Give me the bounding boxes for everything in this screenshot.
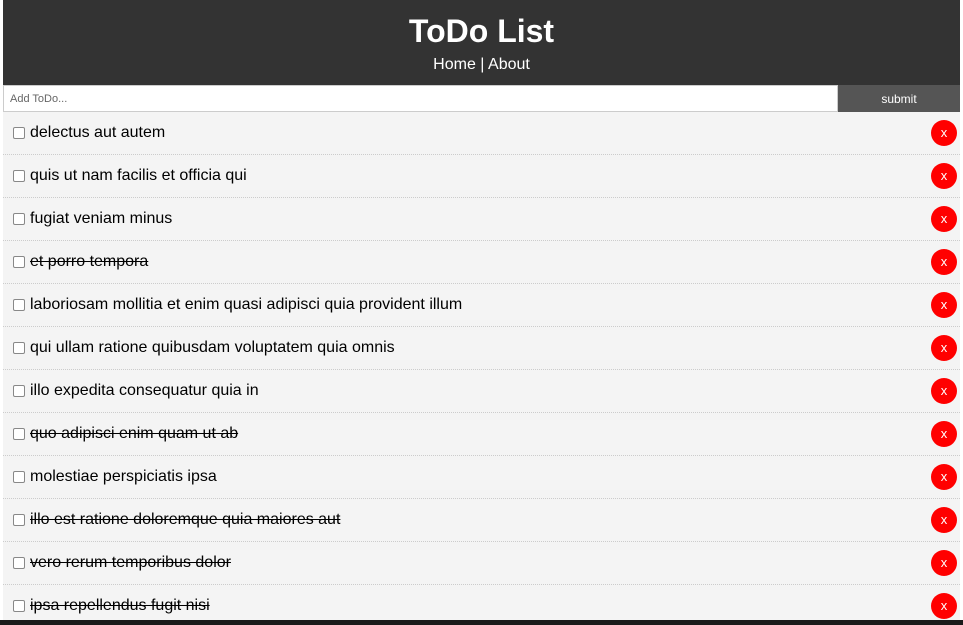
todo-list: delectus aut autem x quis ut nam facilis e… — [3, 112, 960, 620]
todo-checkbox[interactable] — [13, 299, 25, 311]
todo-title: illo expedita consequatur quia in — [30, 382, 259, 399]
nav-separator: | — [475, 56, 489, 73]
todo-checkbox[interactable] — [13, 256, 25, 268]
todo-title: et porro tempora — [30, 253, 149, 270]
todo-checkbox[interactable] — [13, 213, 25, 225]
nav: Home | About — [3, 55, 960, 75]
todo-checkbox[interactable] — [13, 170, 25, 182]
todo-checkbox[interactable] — [13, 342, 25, 354]
todo-title: molestiae perspiciatis ipsa — [30, 468, 217, 485]
todo-item: quis ut nam facilis et officia qui x — [3, 155, 960, 198]
todo-text: illo est ratione doloremque quia maiores… — [13, 511, 931, 529]
todo-checkbox[interactable] — [13, 514, 25, 526]
todo-checkbox[interactable] — [13, 127, 25, 139]
nav-link-home[interactable]: Home — [433, 56, 476, 73]
todo-title: ipsa repellendus fugit nisi — [30, 597, 210, 614]
submit-button[interactable]: submit — [838, 85, 960, 112]
todo-item: delectus aut autem x — [3, 112, 960, 155]
delete-todo-button[interactable]: x — [931, 163, 957, 189]
delete-todo-button[interactable]: x — [931, 507, 957, 533]
todo-checkbox[interactable] — [13, 557, 25, 569]
todo-item: ipsa repellendus fugit nisi x — [3, 585, 960, 620]
todo-item: illo expedita consequatur quia in x — [3, 370, 960, 413]
todo-text: vero rerum temporibus dolor — [13, 554, 931, 572]
todo-text: molestiae perspiciatis ipsa — [13, 468, 931, 486]
delete-todo-button[interactable]: x — [931, 550, 957, 576]
add-todo-form: submit — [3, 85, 960, 112]
todo-title: laboriosam mollitia et enim quasi adipis… — [30, 296, 463, 313]
todo-item: fugiat veniam minus x — [3, 198, 960, 241]
page-title: ToDo List — [408, 13, 555, 49]
todo-title: illo est ratione doloremque quia maiores… — [30, 511, 341, 528]
todo-text: qui ullam ratione quibusdam voluptatem q… — [13, 339, 931, 357]
todo-title: delectus aut autem — [30, 124, 166, 141]
todo-title: quo adipisci enim quam ut ab — [30, 425, 239, 442]
todo-item: laboriosam mollitia et enim quasi adipis… — [3, 284, 960, 327]
todo-checkbox[interactable] — [13, 471, 25, 483]
todo-item: illo est ratione doloremque quia maiores… — [3, 499, 960, 542]
delete-todo-button[interactable]: x — [931, 292, 957, 318]
delete-todo-button[interactable]: x — [931, 421, 957, 447]
window-bottom-edge — [0, 620, 963, 625]
todo-title: qui ullam ratione quibusdam voluptatem q… — [30, 339, 395, 356]
delete-todo-button[interactable]: x — [931, 593, 957, 619]
todo-text: laboriosam mollitia et enim quasi adipis… — [13, 296, 931, 314]
delete-todo-button[interactable]: x — [931, 249, 957, 275]
delete-todo-button[interactable]: x — [931, 120, 957, 146]
nav-link-about[interactable]: About — [488, 56, 530, 73]
todo-text: quo adipisci enim quam ut ab — [13, 425, 931, 443]
todo-title: quis ut nam facilis et officia qui — [30, 167, 247, 184]
todo-checkbox[interactable] — [13, 600, 25, 612]
todo-text: ipsa repellendus fugit nisi — [13, 597, 931, 615]
todo-text: illo expedita consequatur quia in — [13, 382, 931, 400]
todo-checkbox[interactable] — [13, 385, 25, 397]
header: ToDo List Home | About — [3, 0, 960, 85]
todo-title: fugiat veniam minus — [30, 210, 173, 227]
todo-item: quo adipisci enim quam ut ab x — [3, 413, 960, 456]
todo-text: quis ut nam facilis et officia qui — [13, 167, 931, 185]
todo-text: fugiat veniam minus — [13, 210, 931, 228]
todo-app: ToDo List Home | About submit delectus a… — [3, 0, 960, 620]
todo-title: vero rerum temporibus dolor — [30, 554, 231, 571]
delete-todo-button[interactable]: x — [931, 335, 957, 361]
delete-todo-button[interactable]: x — [931, 378, 957, 404]
todo-text: et porro tempora — [13, 253, 931, 271]
todo-item: et porro tempora x — [3, 241, 960, 284]
todo-item: vero rerum temporibus dolor x — [3, 542, 960, 585]
delete-todo-button[interactable]: x — [931, 464, 957, 490]
todo-text: delectus aut autem — [13, 124, 931, 142]
delete-todo-button[interactable]: x — [931, 206, 957, 232]
todo-item: qui ullam ratione quibusdam voluptatem q… — [3, 327, 960, 370]
todo-checkbox[interactable] — [13, 428, 25, 440]
todo-item: molestiae perspiciatis ipsa x — [3, 456, 960, 499]
add-todo-input[interactable] — [3, 85, 838, 112]
